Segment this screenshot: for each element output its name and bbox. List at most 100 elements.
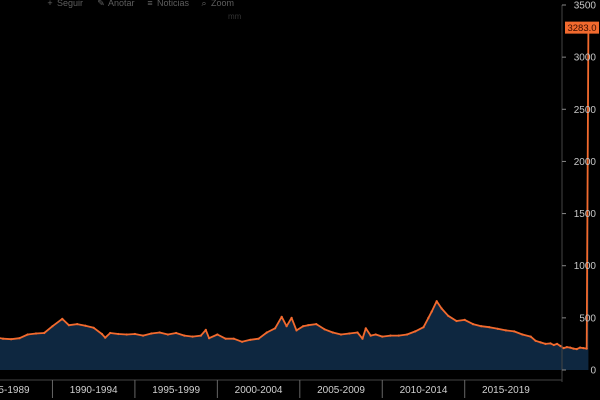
data-point [285,325,288,328]
data-point [389,334,392,337]
data-point [455,319,458,323]
data-point [572,347,575,350]
data-point [224,337,227,340]
plot-area: * [0,24,591,370]
data-point [414,330,417,333]
data-point [447,314,450,317]
data-point [302,325,305,328]
data-point [274,327,277,330]
y-tick-label: 1500 [574,209,597,220]
data-point [315,323,318,326]
data-point [348,332,351,335]
data-point [109,331,112,335]
data-point [323,328,326,331]
data-point [585,347,588,350]
data-point [575,348,578,351]
price-area-chart: * 0 500 1000 1500 2000 2500 3000 3500 85-1989 19… [0,1,599,398]
data-point [76,323,79,326]
data-point [166,333,169,336]
data-point [430,310,433,313]
data-point [216,333,219,336]
data-point [549,342,552,345]
data-point [125,333,128,336]
data-point [356,331,359,334]
data-point [142,334,145,337]
data-point [440,307,443,310]
data-point [51,325,54,328]
data-point [471,323,475,326]
x-tick-label: 85-1989 [0,385,30,396]
data-point [18,337,21,340]
data-point [92,326,95,329]
data-point [257,337,260,340]
x-tick-label: 2005-2009 [317,385,365,396]
series-area-fill [0,27,589,370]
data-point [579,346,582,349]
data-point [556,342,559,345]
data-point [43,331,46,335]
data-point [521,333,524,336]
data-point [552,343,555,347]
data-point [565,346,569,349]
x-tick-label: 2000-2004 [235,385,283,396]
data-point [26,333,29,336]
data-point [559,344,562,348]
x-tick-label: 2015-2019 [482,385,530,396]
series-line [0,27,590,350]
data-point [582,347,585,350]
y-tick-label: 500 [579,313,596,324]
x-tick-label: 2010-2014 [400,385,448,396]
y-tick-label: 3000 [574,53,597,64]
data-point [331,331,334,334]
data-point [397,334,400,337]
data-point [67,324,70,327]
data-point [290,316,293,319]
data-point [158,331,161,334]
data-point [364,327,367,330]
data-point [435,300,438,303]
x-tick-label: 1990-1994 [70,385,118,396]
x-axis: 85-1989 1990-1994 1995-1999 2000-2004 2005-2… [0,379,562,398]
data-point [175,331,178,335]
data-point [295,329,298,332]
data-point [133,332,136,336]
data-point [529,335,532,338]
data-point [249,338,252,341]
y-tick-label: 2500 [574,105,597,116]
data-point [463,318,466,321]
last-value-tag: 3283.0 [565,21,599,34]
data-point [369,334,372,337]
data-point [280,315,283,318]
data-point [405,333,409,336]
data-point [569,346,572,349]
data-point [208,337,211,340]
data-point [232,337,235,340]
data-point [307,324,310,327]
data-point [150,332,153,335]
data-point [34,332,38,335]
y-tick-label: 0 [590,366,596,377]
data-point [339,333,343,336]
data-point [504,329,507,332]
data-point [61,317,64,320]
data-point [191,335,194,338]
data-point [104,336,107,339]
data-point [265,331,268,334]
data-point [381,335,384,338]
data-point [427,316,430,319]
data-point [513,330,516,333]
last-value-label: 3283.0 [567,23,596,34]
data-point [199,334,202,337]
data-point [496,327,499,330]
data-point [361,337,364,340]
data-point [84,324,87,327]
data-point [241,340,244,343]
data-point [562,347,565,350]
y-axis: 0 500 1000 1500 2000 2500 3000 3500 [561,1,597,382]
data-point [204,328,207,331]
data-point [117,332,120,336]
data-point [1,337,5,340]
y-tick-label: 1000 [574,261,597,272]
data-point [544,342,547,345]
data-point [534,339,537,342]
